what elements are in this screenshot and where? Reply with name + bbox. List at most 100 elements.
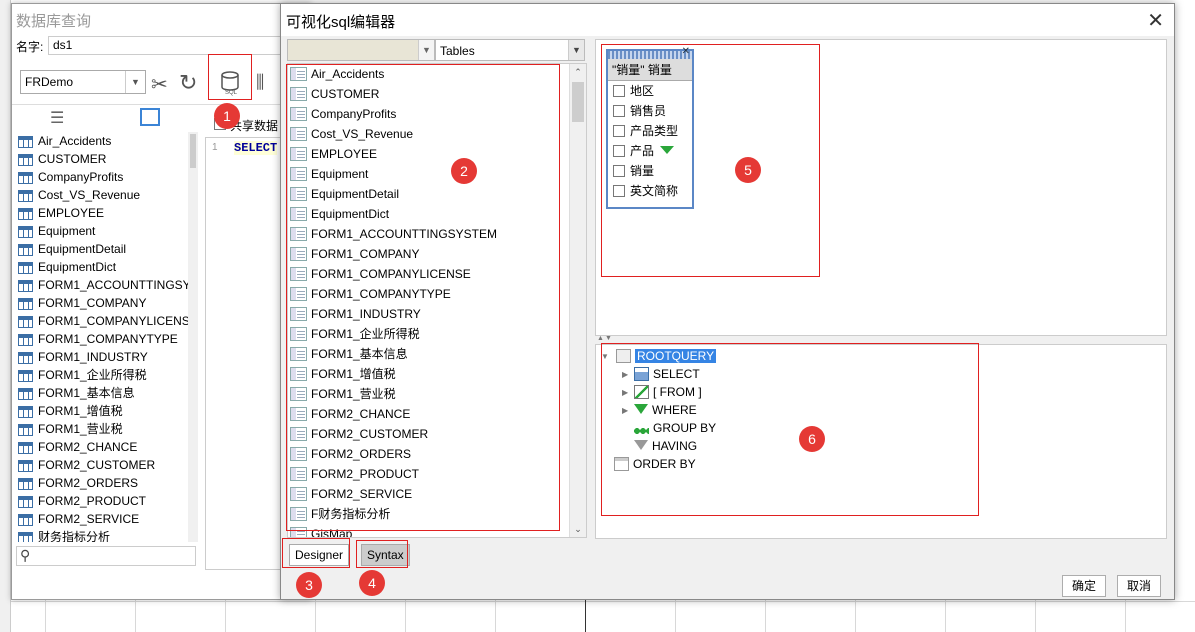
list-view-icon[interactable]: ☰ [50,108,64,128]
sql-editor-icon[interactable]: SQL [219,70,241,96]
tables-list-item[interactable]: Cost_VS_Revenue [288,124,586,144]
cancel-button[interactable]: 取消 [1117,575,1161,597]
field-checkbox[interactable] [613,85,625,97]
query-table-titlebar[interactable]: ✕ [608,46,692,59]
tables-list-item[interactable]: FORM1_INDUSTRY [288,304,586,324]
expand-toggle-icon[interactable]: ▶ [622,406,628,415]
tables-list-item[interactable]: FORM1_ACCOUNTTINGSYSTEM [288,224,586,244]
tab-designer[interactable]: Designer [289,544,350,566]
expand-toggle-icon[interactable]: ▶ [622,388,628,397]
table-list-item[interactable]: 财务指标分析 [18,528,188,542]
tables-list-item[interactable]: CUSTOMER [288,84,586,104]
settings-sliders-icon[interactable]: ⫼ [256,72,264,93]
tables-list-item[interactable]: FORM1_企业所得税 [288,324,586,344]
close-icon[interactable]: ✕ [1147,8,1164,33]
tables-list-item[interactable]: FORM2_CUSTOMER [288,424,586,444]
name-input[interactable]: ds1 [48,36,298,55]
table-list-item[interactable]: FORM2_ORDERS [18,474,188,492]
tables-list-item[interactable]: FORM1_COMPANYLICENSE [288,264,586,284]
search-input[interactable]: ⚲ [16,546,196,566]
tables-list-item[interactable]: EMPLOYEE [288,144,586,164]
tables-list-item[interactable]: FORM2_CHANCE [288,404,586,424]
table-list-item[interactable]: CompanyProfits [18,168,188,186]
field-row[interactable]: 地区 [608,81,692,101]
object-type-select[interactable]: Tables ▼ [435,39,585,61]
tables-list-item[interactable]: FORM1_COMPANYTYPE [288,284,586,304]
table-list-item[interactable]: FORM1_基本信息 [18,384,188,402]
tables-list-item[interactable]: FORM2_SERVICE [288,484,586,504]
tree-node-rootquery[interactable]: ROOTQUERY [616,347,717,365]
tables-list-item[interactable]: EquipmentDetail [288,184,586,204]
tables-list-item[interactable]: FORM1_基本信息 [288,344,586,364]
table-list-item[interactable]: FORM1_COMPANY [18,294,188,312]
tables-list-item[interactable]: GisMap [288,524,586,537]
scroll-down-icon[interactable]: ⌄ [570,521,586,537]
table-list-item[interactable]: CUSTOMER [18,150,188,168]
field-row[interactable]: 销量 [608,161,692,181]
field-checkbox[interactable] [613,145,625,157]
expand-toggle-icon[interactable]: ▶ [622,370,628,379]
tables-list-item[interactable]: FORM2_PRODUCT [288,464,586,484]
refresh-icon[interactable]: ↻ [179,70,197,96]
table-list-item[interactable]: FORM1_INDUSTRY [18,348,188,366]
table-list-item[interactable]: EMPLOYEE [18,204,188,222]
field-checkbox[interactable] [613,185,625,197]
field-checkbox[interactable] [613,125,625,137]
field-row[interactable]: 销售员 [608,101,692,121]
line-number: 1 [212,142,218,153]
tables-list-item[interactable]: FORM2_ORDERS [288,444,586,464]
arrow-up-icon[interactable]: ▲ [597,335,604,342]
expand-toggle-icon[interactable]: ▼ [601,352,609,361]
table-view-icon[interactable] [140,108,160,126]
scroll-thumb[interactable] [572,82,584,122]
tables-list-item[interactable]: Equipment [288,164,586,184]
tables-list-item[interactable]: EquipmentDict [288,204,586,224]
schema-select[interactable]: ▼ [287,39,435,61]
ok-button[interactable]: 确定 [1062,575,1106,597]
table-list-item[interactable]: Cost_VS_Revenue [18,186,188,204]
table-list-item[interactable]: FORM2_SERVICE [18,510,188,528]
table-list-item[interactable]: EquipmentDetail [18,240,188,258]
field-checkbox[interactable] [613,105,625,117]
field-row[interactable]: 英文简称 [608,181,692,201]
query-table-box[interactable]: ✕ "销量" 销量 地区 销售员 产品类型 产品 销量 英文简称 [606,46,694,209]
table-list-item[interactable]: FORM2_PRODUCT [18,492,188,510]
field-row[interactable]: 产品 [608,141,692,161]
table-list-scrollbar[interactable] [188,132,198,542]
tables-list-item[interactable]: CompanyProfits [288,104,586,124]
table-list-item[interactable]: FORM1_COMPANYTYPE [18,330,188,348]
tables-list-item[interactable]: FORM1_营业税 [288,384,586,404]
tools-icon[interactable]: ✂ [151,72,168,97]
tables-list-scrollbar[interactable]: ⌃ ⌄ [569,64,586,537]
connection-select[interactable]: FRDemo ▼ [20,70,146,94]
arrow-down-icon[interactable]: ▼ [605,335,612,342]
sql-textarea[interactable]: 1 SELECT [205,137,285,570]
pane-splitter[interactable]: ▲ ▼ [595,335,1167,344]
tables-list-item[interactable]: FORM1_增值税 [288,364,586,384]
tables-list-item[interactable]: F财务指标分析 [288,504,586,524]
table-list-item[interactable]: Air_Accidents [18,132,188,150]
table-list-item[interactable]: Equipment [18,222,188,240]
query-table-close-icon[interactable]: ✕ [682,46,690,57]
query-builder-canvas[interactable]: ✕ "销量" 销量 地区 销售员 产品类型 产品 销量 英文简称 [595,39,1167,336]
tables-list-item[interactable]: Air_Accidents [288,64,586,84]
tree-node-group-by[interactable]: GROUP BY [634,419,716,437]
table-list-item[interactable]: FORM2_CHANCE [18,438,188,456]
table-list-item[interactable]: FORM1_COMPANYLICENS [18,312,188,330]
tab-syntax[interactable]: Syntax [361,544,410,566]
tree-node-order-by[interactable]: ORDER BY [614,455,696,473]
tree-node-select[interactable]: SELECT [634,365,700,383]
table-list-item[interactable]: FORM2_CUSTOMER [18,456,188,474]
table-list-item[interactable]: FORM1_营业税 [18,420,188,438]
scroll-up-icon[interactable]: ⌃ [570,64,586,80]
tables-list-item[interactable]: FORM1_COMPANY [288,244,586,264]
table-list-item[interactable]: EquipmentDict [18,258,188,276]
table-list-item[interactable]: FORM1_企业所得税 [18,366,188,384]
table-list-item[interactable]: FORM1_ACCOUNTTINGSY [18,276,188,294]
tree-node-where[interactable]: WHERE [634,401,697,419]
field-checkbox[interactable] [613,165,625,177]
field-row[interactable]: 产品类型 [608,121,692,141]
tree-node-from[interactable]: [ FROM ] [634,383,702,401]
table-list-item[interactable]: FORM1_增值税 [18,402,188,420]
tree-node-having[interactable]: HAVING [634,437,697,455]
